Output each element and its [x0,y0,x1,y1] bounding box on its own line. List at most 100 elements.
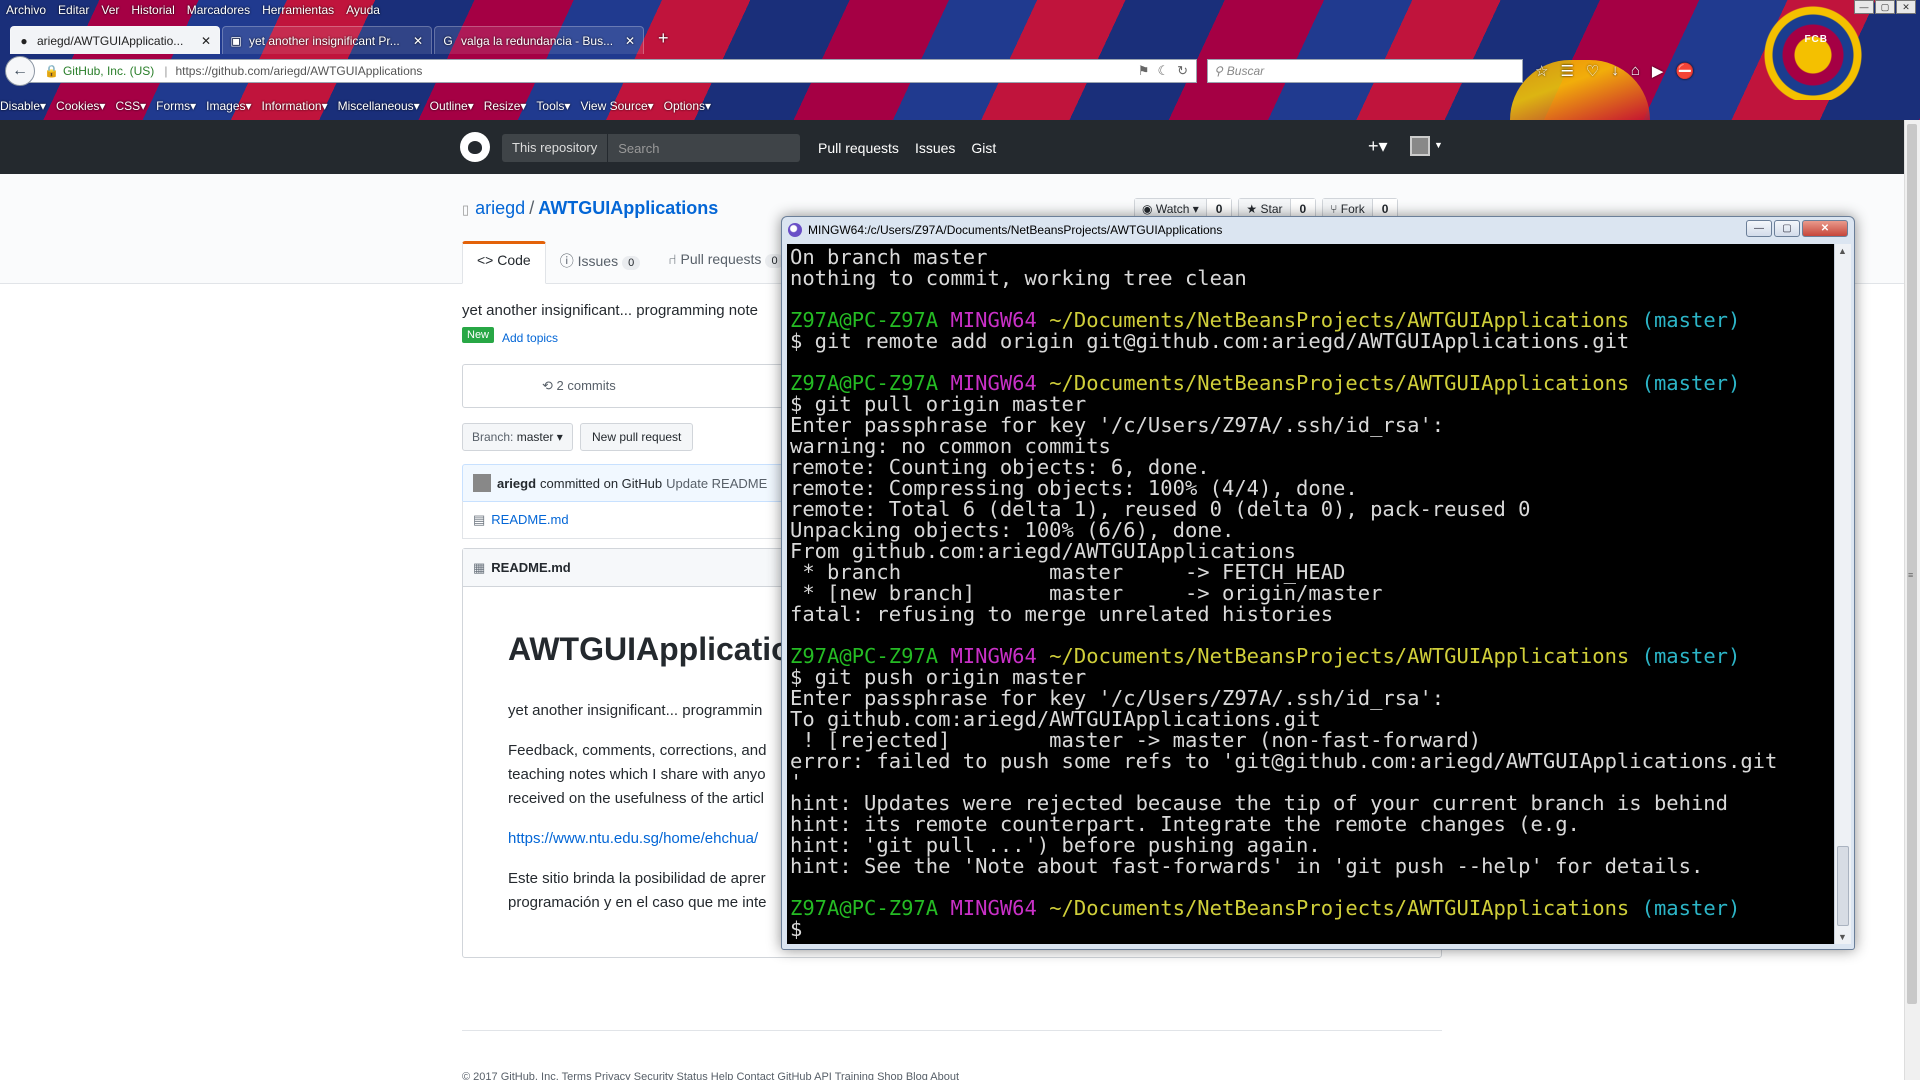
new-tab-button[interactable]: + [658,28,669,54]
terminal-output-line: On branch master [790,245,988,269]
readme-link[interactable]: https://www.ntu.edu.sg/home/ehchua/ [508,827,758,851]
nav-issues[interactable]: Issues [915,140,955,156]
scroll-up-icon[interactable]: ▲ [1838,246,1847,256]
tab-google-search[interactable]: G valga la redundancia - Bus... ✕ [434,26,644,54]
add-topics-link[interactable]: Add topics [502,331,558,345]
url-text[interactable]: https://github.com/ariegd/AWTGUIApplicat… [175,64,1137,78]
close-tab-icon[interactable]: ✕ [199,34,213,48]
search-bar[interactable]: ⚲ Buscar [1207,59,1523,83]
tab-code[interactable]: <> Code [462,241,546,284]
reader-icon[interactable]: ☾ [1157,63,1169,79]
scroll-down-icon[interactable]: ▼ [1838,932,1847,942]
window-controls: — ▢ ✕ [1854,0,1916,14]
prompt-path: ~/Documents/NetBeansProjects/AWTGUIAppli… [1049,371,1630,395]
menu-marcadores[interactable]: Marcadores [187,3,250,17]
github-search-input[interactable]: Search [608,141,659,156]
close-tab-icon[interactable]: ✕ [411,34,425,48]
repo-title: ▯ ariegd / AWTGUIApplications [462,198,718,219]
terminal-prompt-line: Z97A@PC-Z97A MINGW64 ~/Documents/NetBean… [790,898,1834,919]
devbar-disable[interactable]: Disable▾ [0,99,46,113]
tab-insignificant[interactable]: ▣ yet another insignificant Pr... ✕ [222,26,432,54]
devbar-information[interactable]: Information▾ [262,99,328,113]
tab-github-repo[interactable]: ● ariegd/AWTGUIApplicatio... ✕ [10,26,220,54]
repo-name-link[interactable]: AWTGUIApplications [538,198,718,218]
url-bar[interactable]: 🔒 GitHub, Inc. (US) | https://github.com… [29,59,1197,83]
menu-herramientas[interactable]: Herramientas [262,3,334,17]
maximize-button[interactable]: ▢ [1875,0,1895,14]
pull-request-icon: ⑁ [668,251,681,267]
terminal-scrollbar[interactable]: ▲ ▼ [1834,244,1851,944]
menu-archivo[interactable]: Archivo [6,3,46,17]
avatar[interactable] [473,474,491,492]
tab-pull-requests[interactable]: ⑁ Pull requests 0 [654,241,797,284]
close-tab-icon[interactable]: ✕ [623,34,637,48]
tab-issues[interactable]: ⓘ Issues 0 [546,241,654,284]
close-window-button[interactable]: ✕ [1896,0,1916,14]
menu-ayuda[interactable]: Ayuda [346,3,380,17]
terminal-output-line: $ [790,917,803,941]
github-logo-icon[interactable] [460,132,490,162]
devbar-forms[interactable]: Forms▾ [156,99,196,113]
nav-pull-requests[interactable]: Pull requests [818,140,899,156]
devbar-view-source[interactable]: View Source▾ [580,99,653,113]
devbar-outline[interactable]: Outline▾ [430,99,474,113]
devbar-tools[interactable]: Tools▾ [536,99,570,113]
pocket-icon[interactable]: ♡ [1586,62,1599,80]
back-button[interactable]: ← [5,56,35,86]
terminal-maximize-button[interactable]: ▢ [1774,220,1800,237]
page-scrollbar-thumb[interactable] [1907,124,1917,1004]
devbar-options[interactable]: Options▾ [664,99,711,113]
flag-icon[interactable]: ⚑ [1138,63,1150,79]
devbar-images[interactable]: Images▾ [206,99,251,113]
commits-link[interactable]: ⟲ 2 commits [542,378,616,394]
commit-author[interactable]: ariegd [497,476,536,491]
devbar-cookies[interactable]: Cookies▾ [56,99,105,113]
devbar-resize[interactable]: Resize▾ [484,99,527,113]
terminal-titlebar[interactable]: MINGW64:/c/Users/Z97A/Documents/NetBeans… [782,217,1854,243]
search-scope: This repository [502,134,609,162]
lock-icon[interactable]: 🔒 [44,64,59,78]
readme-heading: AWTGUIApplicatio [508,631,791,667]
terminal-close-button[interactable]: ✕ [1802,220,1848,237]
chevron-down-icon[interactable]: ▼ [1434,140,1443,150]
terminal-output-line: error: failed to push some refs to 'git@… [790,749,1778,773]
terminal-window[interactable]: MINGW64:/c/Users/Z97A/Documents/NetBeans… [781,216,1855,950]
readme-paragraph-3a: Este sitio brinda la posibilidad de apre… [508,870,766,887]
user-avatar[interactable] [1410,136,1430,156]
github-search[interactable]: This repository Search [502,134,800,162]
create-new-button[interactable]: +▾ [1368,136,1388,157]
home-icon[interactable]: ⌂ [1631,62,1640,80]
terminal-output-line: $ git pull origin master [790,392,1087,416]
new-pull-request-button[interactable]: New pull request [580,423,694,451]
menu-ver[interactable]: Ver [101,3,119,17]
repo-description: yet another insignificant... programming… [462,302,758,319]
branch-select[interactable]: Branch: master ▾ [462,423,573,451]
menu-editar[interactable]: Editar [58,3,89,17]
reload-icon[interactable]: ↻ [1177,63,1188,79]
commit-message[interactable]: Update README [666,476,767,491]
download-icon[interactable]: ↓ [1611,62,1619,80]
terminal-minimize-button[interactable]: — [1746,220,1772,237]
terminal-icon: ▣ [230,33,242,48]
fork-icon: ⑂ [1330,202,1341,216]
devbar-miscellaneous[interactable]: Miscellaneous▾ [338,99,420,113]
terminal-scrollbar-thumb[interactable] [1837,846,1849,926]
menu-historial[interactable]: Historial [131,3,174,17]
prompt-branch: (master) [1641,896,1741,920]
bookmarks-list-icon[interactable]: ☰ [1560,62,1573,80]
nav-gist[interactable]: Gist [971,140,996,156]
site-identity[interactable]: GitHub, Inc. (US) [63,64,154,78]
branch-name: master ▾ [516,430,563,444]
file-link[interactable]: README.md [491,512,568,527]
terminal-output[interactable]: On branch master nothing to commit, worki… [787,244,1834,944]
adblock-icon[interactable]: ⛔ [1675,62,1694,80]
terminal-output-line: * [new branch] master -> origin/master [790,581,1383,605]
youtube-icon[interactable]: ▶ [1652,62,1664,80]
new-badge: New [462,327,495,343]
bookmark-star-icon[interactable]: ☆ [1535,62,1548,80]
devbar-css[interactable]: CSS▾ [115,99,146,113]
repo-owner-link[interactable]: ariegd [475,198,525,218]
minimize-button[interactable]: — [1854,0,1874,14]
terminal-prompt-line: Z97A@PC-Z97A MINGW64 ~/Documents/NetBean… [790,373,1834,394]
